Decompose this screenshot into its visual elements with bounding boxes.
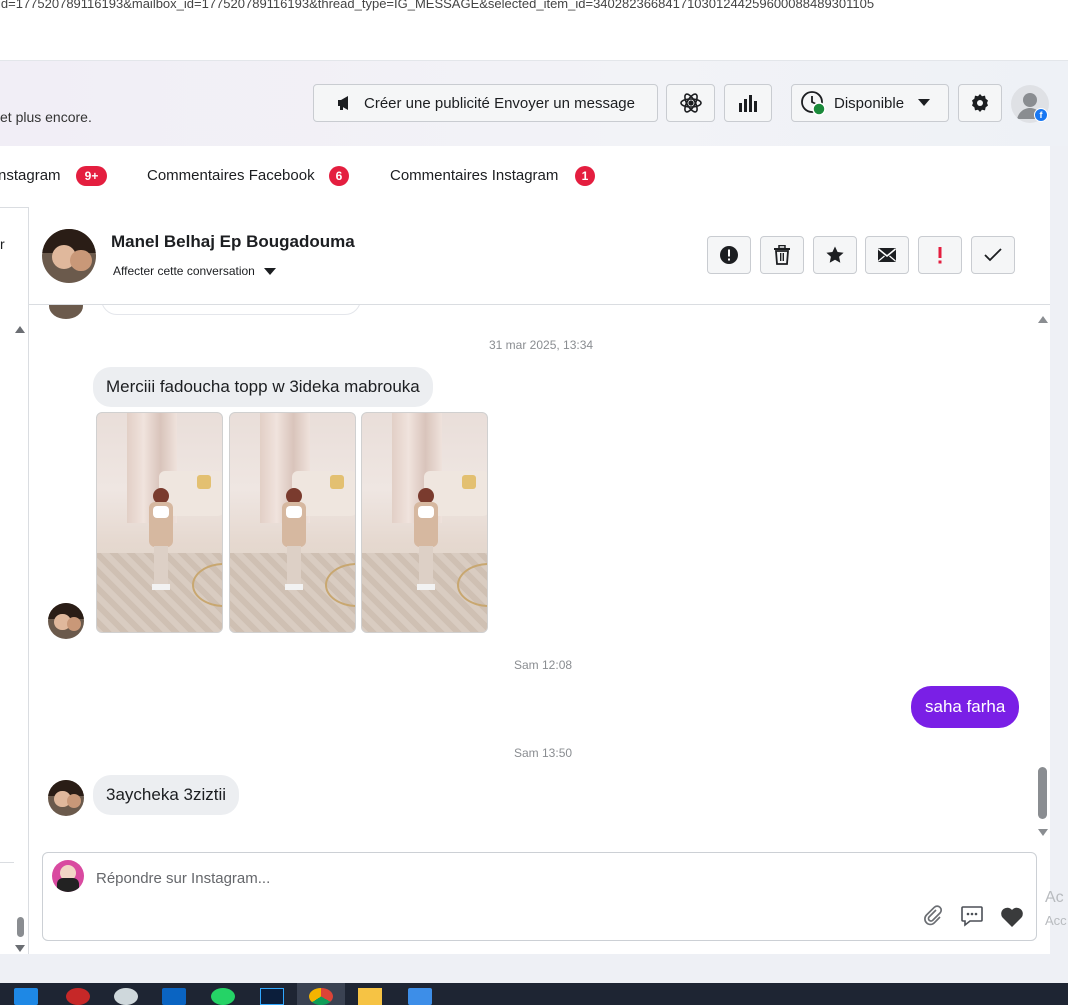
activation-watermark-line1: Ac [1045, 889, 1064, 906]
attach-button[interactable] [922, 905, 944, 932]
tab-instagram-comments-badge: 1 [575, 166, 595, 186]
activation-watermark-line2: Acc [1045, 913, 1067, 928]
settings-button[interactable] [958, 84, 1002, 122]
tab-instagram-badge: 9+ [76, 166, 107, 186]
status-dropdown[interactable]: Disponible [791, 84, 949, 122]
timestamp: Sam 12:08 [514, 658, 573, 672]
timestamp: 31 mar 2025, 13:34 [489, 338, 594, 352]
chrome-icon[interactable] [309, 988, 333, 1005]
alert-circle-icon [719, 245, 739, 265]
like-button[interactable] [1000, 906, 1024, 933]
done-button[interactable] [971, 236, 1015, 274]
reply-composer [42, 852, 1037, 941]
tab-instagram[interactable]: nstagram [0, 167, 61, 184]
tab-instagram-comments[interactable]: Commentaires Instagram [390, 167, 558, 184]
star-button[interactable] [813, 236, 857, 274]
chat-bubble-icon [960, 905, 984, 927]
exclamation-icon [937, 245, 943, 265]
caret-down-icon [918, 99, 931, 107]
outgoing-message[interactable]: saha farha [911, 686, 1020, 728]
avatar [49, 305, 83, 319]
report-button[interactable] [707, 236, 751, 274]
bar-chart-icon [737, 93, 759, 113]
left-scrollbar-thumb[interactable] [17, 917, 24, 937]
scroll-up-icon[interactable] [1038, 310, 1048, 328]
scroll-down-icon[interactable] [1038, 824, 1048, 842]
page-avatar [52, 860, 84, 892]
contact-name: Manel Belhaj Ep Bougadouma [111, 232, 355, 251]
delete-button[interactable] [760, 236, 804, 274]
megaphone-icon [336, 95, 354, 111]
gear-icon [970, 93, 990, 113]
whatsapp-icon[interactable] [211, 988, 235, 1005]
file-explorer-icon[interactable] [358, 988, 382, 1005]
app-icon[interactable] [408, 988, 432, 1005]
status-label: Disponible [834, 94, 905, 112]
caret-down-icon [264, 265, 277, 279]
tab-instagram-label: nstagram [0, 167, 61, 184]
thread-scrollbar[interactable] [1036, 310, 1050, 836]
atom-button[interactable] [666, 84, 715, 122]
left-scroll-down-icon[interactable] [15, 940, 25, 958]
anydesk-icon[interactable] [66, 988, 90, 1005]
header-subtext: et plus encore. [0, 109, 92, 125]
tab-instagram-comments-label: Commentaires Instagram [390, 167, 559, 184]
assign-conversation-dropdown[interactable]: Affecter cette conversation [113, 264, 277, 279]
heart-icon [1000, 906, 1024, 928]
atom-icon [679, 91, 703, 115]
clock-status-icon [800, 90, 826, 116]
browser-url-bar[interactable]: id=17752078911619​3&mailbox_id=177520789… [0, 0, 1068, 20]
browser-toolbar-strip [0, 20, 1068, 61]
create-ad-label: Créer une publicité Envoyer un message [364, 94, 635, 112]
trash-icon [773, 245, 791, 265]
spam-button[interactable] [918, 236, 962, 274]
photoshop-icon[interactable] [260, 988, 284, 1005]
insights-button[interactable] [724, 84, 772, 122]
create-ad-button[interactable]: Créer une publicité Envoyer un message [313, 84, 658, 122]
incoming-message[interactable]: Merciii fadoucha topp w 3ideka mabrouka [93, 367, 433, 407]
facebook-badge-icon: f [1034, 108, 1048, 122]
left-divider [0, 862, 14, 863]
sender-avatar [48, 780, 84, 816]
photo-attachment[interactable] [361, 412, 488, 633]
tab-facebook-comments-badge: 6 [329, 166, 349, 186]
tab-facebook-comments[interactable]: Commentaires Facebook [147, 167, 315, 184]
incoming-message[interactable]: 3aycheka 3ziztii [93, 775, 240, 815]
app-icon[interactable] [114, 988, 138, 1005]
sender-avatar [48, 603, 84, 639]
contact-avatar[interactable] [42, 229, 96, 283]
photo-attachment[interactable] [229, 412, 356, 633]
left-scroll-up-icon[interactable] [15, 320, 25, 338]
outlook-icon[interactable] [162, 988, 186, 1005]
saved-replies-button[interactable] [960, 905, 984, 932]
previous-message-bubble [101, 305, 361, 315]
reply-input[interactable] [96, 867, 896, 889]
envelope-icon [877, 247, 897, 263]
left-list-partial-text: r [0, 236, 5, 252]
os-taskbar [0, 983, 1068, 1005]
paperclip-icon [922, 905, 944, 927]
assign-label: Affecter cette conversation [113, 264, 255, 278]
timestamp: Sam 13:50 [514, 746, 573, 760]
thread-scrollbar-thumb[interactable] [1038, 767, 1047, 819]
tab-facebook-comments-label: Commentaires Facebook [147, 167, 315, 184]
photo-attachment[interactable] [96, 412, 223, 633]
star-icon [825, 245, 845, 265]
url-text: id=17752078911619​3&mailbox_id=177520789… [0, 0, 875, 11]
checkmark-icon [983, 247, 1003, 263]
mail-app-icon[interactable] [14, 988, 38, 1005]
mark-unread-button[interactable] [865, 236, 909, 274]
